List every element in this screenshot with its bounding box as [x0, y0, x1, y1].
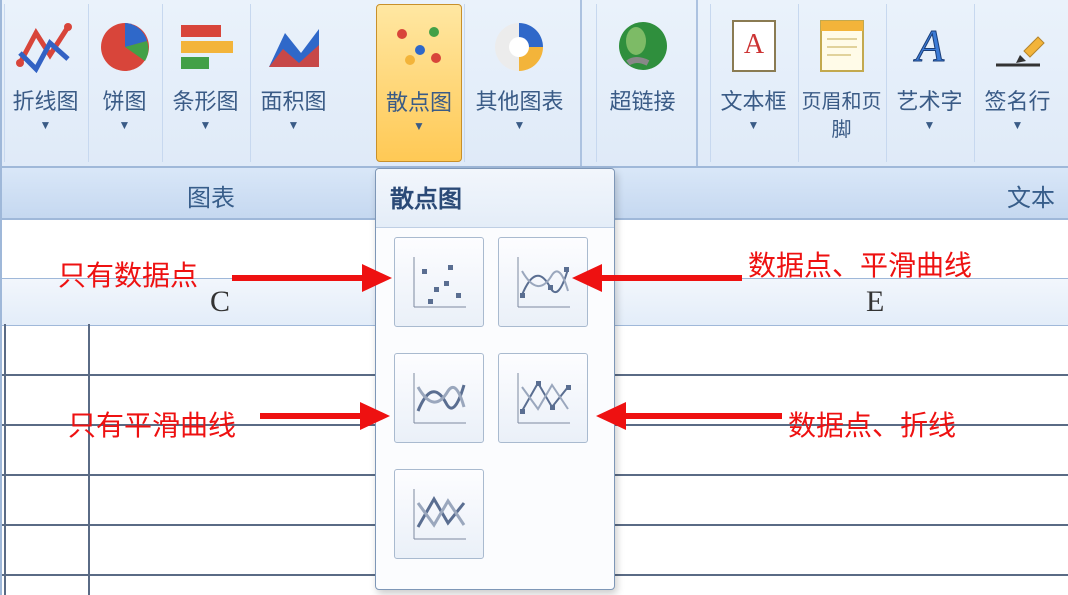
header-footer-icon: [799, 4, 884, 88]
ribbon-label: 折线图: [5, 88, 86, 116]
annotation-smooth-markers: 数据点、平滑曲线: [748, 244, 972, 284]
textbox-icon: A: [711, 4, 796, 88]
ribbon: 折线图 ▼ 饼图 ▼ 条形图 ▼ 面积图 ▼: [2, 0, 1068, 168]
ribbon-label: 散点图: [377, 89, 461, 117]
svg-text:A: A: [743, 29, 764, 60]
dropdown-icon: ▼: [887, 118, 972, 132]
column-header-c[interactable]: C: [210, 285, 230, 319]
dropdown-icon: ▼: [251, 118, 336, 132]
annotation-lines-markers: 数据点、折线: [788, 404, 956, 444]
scatter-lines-icon: [404, 479, 474, 549]
arrow-icon: [232, 258, 392, 298]
scatter-lines-markers-icon: [508, 363, 578, 433]
annotation-smooth-only: 只有平滑曲线: [68, 404, 236, 444]
ribbon-label: 条形图: [163, 88, 248, 116]
scatter-dropdown-panel: 散点图: [375, 168, 615, 590]
dropdown-icon: ▼: [89, 118, 160, 132]
ribbon-label: 页眉和页脚: [799, 88, 884, 144]
ribbon-label: 艺术字: [887, 88, 972, 116]
ribbon-btn-header-footer[interactable]: 页眉和页脚: [798, 4, 884, 162]
dropdown-icon: ▼: [975, 118, 1060, 132]
option-scatter-markers[interactable]: [394, 237, 484, 327]
other-charts-icon: [465, 4, 574, 88]
ribbon-label: 超链接: [597, 88, 688, 116]
scatter-smooth-icon: [404, 363, 474, 433]
annotation-markers-only: 只有数据点: [58, 254, 198, 294]
arrow-icon: [586, 396, 782, 436]
ribbon-btn-area-chart[interactable]: 面积图 ▼: [250, 4, 336, 162]
panel-title: 散点图: [376, 169, 614, 228]
ribbon-label: 饼图: [89, 88, 160, 116]
ribbon-label: 面积图: [251, 88, 336, 116]
ribbon-btn-hyperlink[interactable]: 超链接: [596, 4, 688, 162]
option-scatter-smooth[interactable]: [394, 353, 484, 443]
dropdown-icon: ▼: [5, 118, 86, 132]
pie-chart-icon: [89, 4, 160, 88]
dropdown-icon: ▼: [711, 118, 796, 132]
bar-chart-icon: [163, 4, 248, 88]
svg-text:A: A: [912, 20, 944, 71]
ribbon-btn-signature-line[interactable]: 签名行 ▼: [974, 4, 1060, 162]
dropdown-icon: ▼: [163, 118, 248, 132]
column-header-e[interactable]: E: [866, 285, 884, 319]
line-chart-icon: [5, 4, 86, 88]
option-scatter-lines[interactable]: [394, 469, 484, 559]
dropdown-icon: ▼: [465, 118, 574, 132]
group-label-text: 文本: [1007, 178, 1055, 213]
ribbon-btn-line-chart[interactable]: 折线图 ▼: [4, 4, 86, 162]
ribbon-btn-scatter-chart[interactable]: 散点图 ▼: [376, 4, 462, 162]
wordart-icon: A: [887, 4, 972, 88]
arrow-icon: [562, 258, 742, 298]
ribbon-btn-wordart[interactable]: A 艺术字 ▼: [886, 4, 972, 162]
option-scatter-lines-markers[interactable]: [498, 353, 588, 443]
scatter-chart-icon: [377, 5, 461, 89]
signature-icon: [975, 4, 1060, 88]
ribbon-btn-bar-chart[interactable]: 条形图 ▼: [162, 4, 248, 162]
ribbon-label: 其他图表: [465, 88, 574, 116]
ribbon-label: 文本框: [711, 88, 796, 116]
hyperlink-icon: [597, 4, 688, 88]
arrow-icon: [260, 396, 390, 436]
ribbon-label: 签名行: [975, 88, 1060, 116]
ribbon-btn-pie-chart[interactable]: 饼图 ▼: [88, 4, 160, 162]
ribbon-btn-textbox[interactable]: A 文本框 ▼: [710, 4, 796, 162]
dropdown-icon: ▼: [377, 119, 461, 133]
scatter-markers-icon: [404, 247, 474, 317]
group-label-charts: 图表: [187, 178, 235, 213]
ribbon-btn-other-charts[interactable]: 其他图表 ▼: [464, 4, 574, 162]
area-chart-icon: [251, 4, 336, 88]
